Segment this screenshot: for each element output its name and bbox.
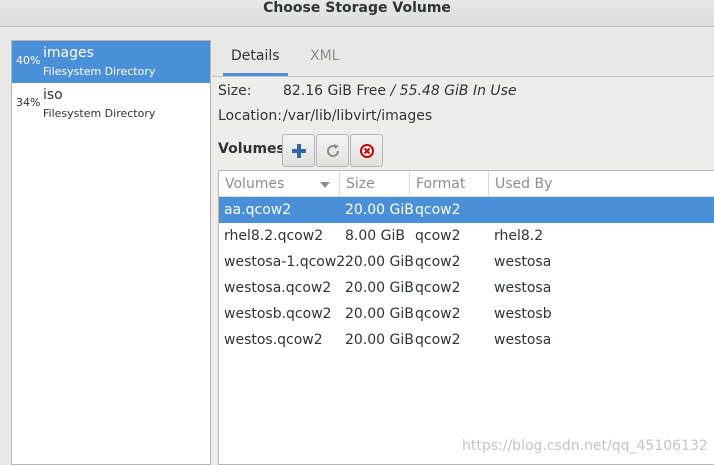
refresh-button[interactable]	[316, 134, 349, 167]
volume-name: westosa-1.qcow2	[224, 254, 346, 270]
volume-format: qcow2	[415, 202, 461, 218]
tab-xml[interactable]: XML	[302, 40, 347, 76]
tab-bar: Details XML	[212, 40, 714, 76]
size-separator: /	[386, 83, 400, 99]
table-row[interactable]: aa.qcow2 20.00 GiB qcow2	[219, 197, 714, 223]
volumes-label: Volumes	[218, 141, 285, 157]
location-label: Location:	[218, 108, 282, 124]
volume-name: westos.qcow2	[224, 332, 323, 348]
volume-used-by: westosb	[494, 306, 552, 322]
pool-name: images	[43, 45, 94, 61]
used-space: 55.48 GiB In Use	[399, 83, 517, 99]
table-row[interactable]: westos.qcow2 20.00 GiB qcow2 westosa	[219, 327, 714, 353]
pool-item-iso[interactable]: 34% iso Filesystem Directory	[12, 83, 210, 125]
volume-name: aa.qcow2	[224, 202, 292, 218]
volume-used-by: westosa	[494, 332, 552, 348]
volume-size: 20.00 GiB	[345, 202, 414, 218]
column-header-label: Volumes	[225, 176, 285, 192]
column-header-volumes[interactable]: Volumes	[219, 171, 340, 197]
free-space: 82.16 GiB Free	[283, 83, 387, 99]
volume-format: qcow2	[415, 332, 461, 348]
size-label: Size:	[218, 83, 252, 99]
column-header-used-by[interactable]: Used By	[489, 171, 714, 197]
volume-size: 20.00 GiB	[345, 306, 414, 322]
table-row[interactable]: westosa.qcow2 20.00 GiB qcow2 westosa	[219, 275, 714, 301]
sort-down-icon	[320, 182, 330, 188]
pool-type: Filesystem Directory	[43, 65, 156, 78]
volume-format: qcow2	[415, 254, 461, 270]
volume-name: rhel8.2.qcow2	[224, 228, 324, 244]
volume-used-by: westosa	[494, 254, 552, 270]
pool-usage-percent: 34%	[16, 96, 41, 109]
column-header-format[interactable]: Format	[410, 171, 489, 197]
tab-details[interactable]: Details	[223, 40, 288, 76]
volume-format: qcow2	[415, 228, 461, 244]
table-row[interactable]: westosb.qcow2 20.00 GiB qcow2 westosb	[219, 301, 714, 327]
volume-format: qcow2	[415, 306, 461, 322]
volume-size: 8.00 GiB	[345, 228, 405, 244]
volume-used-by: westosa	[494, 280, 552, 296]
pool-usage-percent: 40%	[16, 54, 41, 67]
column-header-size[interactable]: Size	[340, 171, 410, 197]
window-title: Choose Storage Volume	[0, 0, 714, 27]
volume-size: 20.00 GiB	[345, 280, 414, 296]
pool-type: Filesystem Directory	[43, 107, 156, 120]
delete-icon	[360, 144, 374, 158]
table-row[interactable]: westosa-1.qcow2 20.00 GiB qcow2 westosa	[219, 249, 714, 275]
delete-volume-button[interactable]	[350, 134, 383, 167]
storage-pool-list[interactable]: 40% images Filesystem Directory 34% iso …	[11, 40, 211, 465]
volume-size: 20.00 GiB	[345, 332, 414, 348]
refresh-icon	[327, 144, 340, 157]
table-row[interactable]: rhel8.2.qcow2 8.00 GiB qcow2 rhel8.2	[219, 223, 714, 249]
volume-name: westosa.qcow2	[224, 280, 332, 296]
location-value: /var/lib/libvirt/images	[283, 108, 433, 124]
add-volume-button[interactable]	[282, 134, 315, 167]
size-value: 82.16 GiB Free / 55.48 GiB In Use	[283, 83, 517, 99]
volume-size: 20.00 GiB	[345, 254, 414, 270]
plus-icon	[292, 144, 306, 158]
volume-format: qcow2	[415, 280, 461, 296]
watermark: https://blog.csdn.net/qq_45106132	[462, 438, 708, 454]
pool-name: iso	[43, 87, 63, 103]
pool-item-images[interactable]: 40% images Filesystem Directory	[12, 41, 210, 83]
volume-used-by: rhel8.2	[494, 228, 544, 244]
volume-name: westosb.qcow2	[224, 306, 332, 322]
volumes-table[interactable]: Volumes Size Format Used By aa.qcow2 20.…	[218, 170, 714, 465]
